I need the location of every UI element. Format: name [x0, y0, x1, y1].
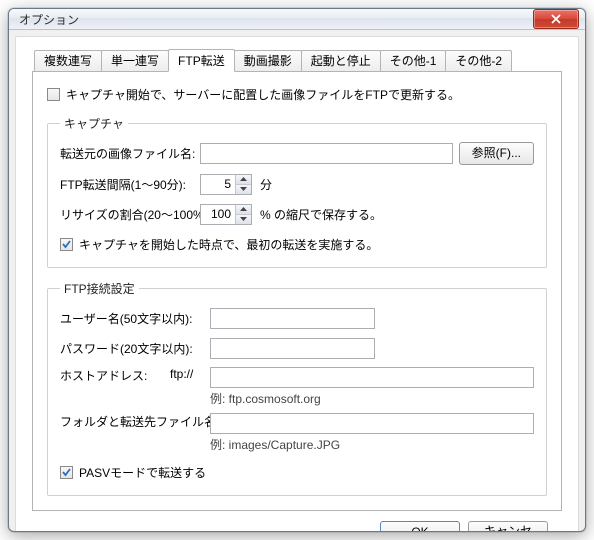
enable-ftp-checkbox[interactable]	[47, 88, 60, 101]
check-icon	[61, 239, 72, 250]
resize-label: リサイズの割合(20～100%):	[60, 206, 200, 223]
chevron-up-icon	[240, 207, 247, 211]
interval-spin-down[interactable]	[236, 185, 251, 194]
interval-unit: 分	[260, 176, 272, 193]
ok-button[interactable]: OK	[380, 521, 460, 532]
resize-spin-down[interactable]	[236, 215, 251, 224]
tab-strip: 複数連写 単一連写 FTP転送 動画撮影 起動と停止 その他-1 その他-2	[32, 49, 562, 72]
pasv-label: PASVモードで転送する	[79, 464, 206, 481]
content-area: 複数連写 単一連写 FTP転送 動画撮影 起動と停止 その他-1 その他-2 キ…	[15, 36, 579, 532]
ftp-settings-group: FTP接続設定 ユーザー名(50文字以内): パスワード(20文字以内): ホス…	[47, 280, 547, 496]
resize-spinner[interactable]	[200, 204, 252, 225]
ftp-settings-legend: FTP接続設定	[60, 280, 139, 297]
chevron-down-icon	[240, 217, 247, 221]
tab-other-2[interactable]: その他-2	[445, 50, 512, 71]
enable-ftp-row: キャプチャ開始で、サーバーに配置した画像ファイルをFTPで更新する。	[47, 86, 547, 103]
tab-other-1[interactable]: その他-1	[380, 50, 447, 71]
tab-start-stop[interactable]: 起動と停止	[301, 50, 381, 71]
tab-video-capture[interactable]: 動画撮影	[234, 50, 302, 71]
interval-spinner[interactable]	[200, 174, 252, 195]
resize-suffix: % の縮尺で保存する。	[260, 206, 382, 223]
resize-spin-buttons	[235, 205, 251, 224]
enable-ftp-label: キャプチャ開始で、サーバーに配置した画像ファイルをFTPで更新する。	[66, 86, 460, 103]
folder-label: フォルダと転送先ファイル名:	[60, 413, 210, 430]
host-input[interactable]	[210, 367, 534, 388]
close-button[interactable]	[533, 9, 579, 29]
username-label: ユーザー名(50文字以内):	[60, 310, 210, 327]
resize-spin-up[interactable]	[236, 205, 251, 215]
interval-input[interactable]	[201, 175, 235, 194]
interval-spin-buttons	[235, 175, 251, 194]
folder-input[interactable]	[210, 413, 534, 434]
check-icon	[61, 467, 72, 478]
password-input[interactable]	[210, 338, 375, 359]
interval-label: FTP転送間隔(1～90分):	[60, 176, 200, 193]
first-transfer-label: キャプチャを開始した時点で、最初の転送を実施する。	[79, 236, 378, 253]
host-hint: 例: ftp.cosmosoft.org	[210, 390, 534, 407]
tab-panel-ftp: キャプチャ開始で、サーバーに配置した画像ファイルをFTPで更新する。 キャプチャ…	[32, 72, 562, 511]
titlebar: オプション	[9, 9, 585, 30]
chevron-down-icon	[240, 187, 247, 191]
source-file-input[interactable]	[200, 143, 453, 164]
host-label: ホストアドレス:	[60, 367, 170, 384]
capture-group: キャプチャ 転送元の画像ファイル名: 参照(F)... FTP転送間隔(1～90…	[47, 115, 547, 268]
interval-spin-up[interactable]	[236, 175, 251, 185]
browse-button[interactable]: 参照(F)...	[459, 142, 534, 165]
first-transfer-checkbox[interactable]	[60, 238, 73, 251]
close-icon	[550, 14, 562, 24]
resize-input[interactable]	[201, 205, 235, 224]
folder-hint: 例: images/Capture.JPG	[210, 436, 534, 453]
tab-multi-burst[interactable]: 複数連写	[34, 50, 102, 71]
pasv-checkbox[interactable]	[60, 466, 73, 479]
password-label: パスワード(20文字以内):	[60, 340, 210, 357]
tab-single-burst[interactable]: 単一連写	[101, 50, 169, 71]
capture-legend: キャプチャ	[60, 115, 128, 132]
tab-ftp-transfer[interactable]: FTP転送	[168, 49, 235, 72]
source-file-label: 転送元の画像ファイル名:	[60, 145, 200, 162]
dialog-footer: OK キャンセル	[32, 511, 562, 532]
chevron-up-icon	[240, 177, 247, 181]
host-prefix: ftp://	[170, 367, 210, 381]
window-title: オプション	[19, 11, 533, 28]
username-input[interactable]	[210, 308, 375, 329]
options-dialog: オプション 複数連写 単一連写 FTP転送 動画撮影 起動と停止 その他-1 そ…	[8, 8, 586, 532]
cancel-button[interactable]: キャンセル	[468, 521, 548, 532]
